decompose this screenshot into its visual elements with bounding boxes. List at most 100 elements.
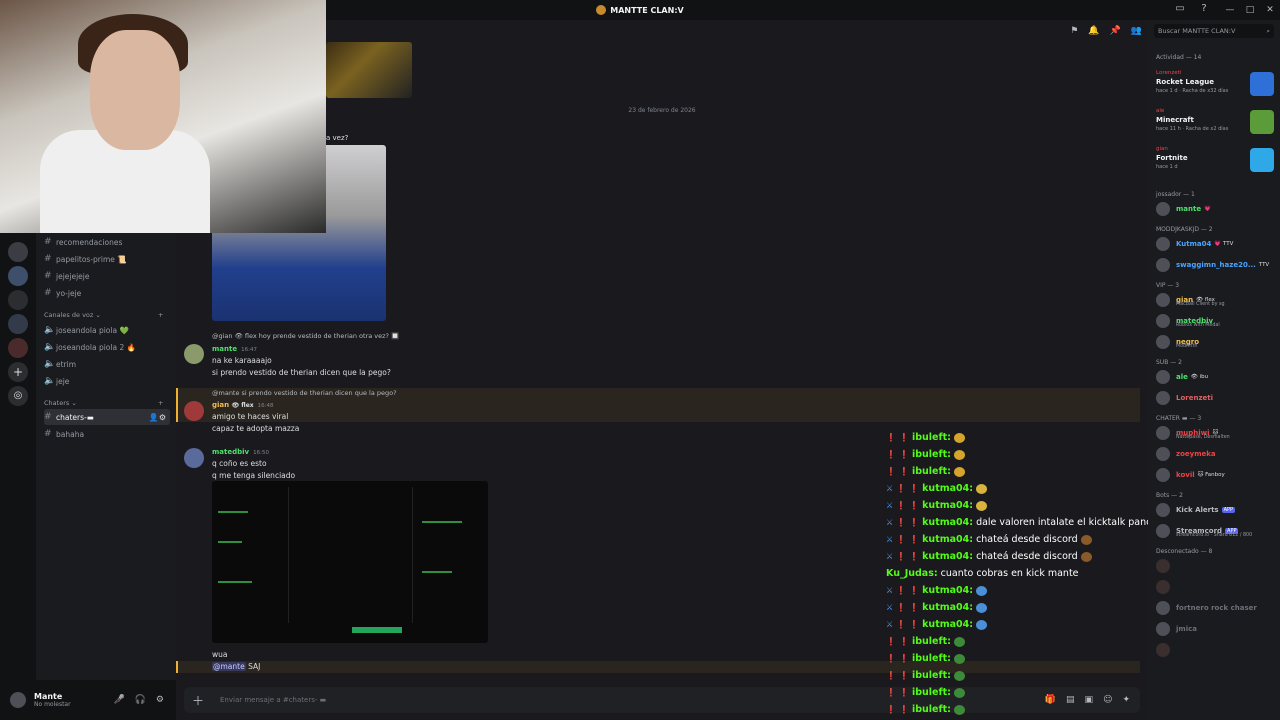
headphones-icon[interactable]: 🎧 — [135, 695, 146, 705]
sticker-icon[interactable]: ▣ — [1085, 695, 1094, 705]
member-item[interactable]: Lorenzeti — [1156, 389, 1276, 407]
member-item[interactable]: fortnero rock chaser — [1156, 599, 1276, 617]
minimize-icon[interactable]: — — [1220, 5, 1240, 15]
threads-icon[interactable]: ⚑ — [1070, 26, 1078, 36]
server-icon[interactable] — [8, 338, 28, 358]
member-item[interactable]: muphiwi 🐱 Nattepasé, Desmalten — [1156, 424, 1276, 442]
server-icon[interactable] — [8, 266, 28, 286]
channel-label: joseandola piola 💚 — [56, 325, 129, 335]
member-item[interactable]: matedbiv Roblox with Medal — [1156, 312, 1276, 330]
stream-chat-line: ⚔ ❗ ❗ kutma04: — [886, 500, 988, 511]
activity-detail: hace 1 d — [1156, 164, 1178, 170]
speaker-icon: 🔈 — [44, 359, 56, 369]
voice-channel-item[interactable]: 🔈 etrim — [44, 356, 170, 372]
avatar[interactable] — [184, 344, 204, 364]
chat-username: ibuleft: — [911, 670, 951, 681]
members-icon[interactable]: 👥 — [1131, 26, 1142, 36]
channel-item[interactable]: # bahaha — [44, 426, 170, 442]
voice-channel-item[interactable]: 🔈 jeje — [44, 373, 170, 389]
apps-icon[interactable]: ✦ — [1122, 695, 1130, 705]
channel-item-active[interactable]: # chaters-▬ 👤⚙ — [44, 409, 170, 425]
author-name: matedbiv — [212, 448, 250, 456]
member-item[interactable]: Streamcord APP streamcord.io · Shard 812 /… — [1156, 522, 1276, 540]
close-icon[interactable]: ✕ — [1260, 5, 1280, 15]
chat-username: Ku_Judas: — [886, 568, 938, 579]
member-item[interactable]: gian 👁 flex MacBall Client by sg — [1156, 291, 1276, 309]
member-item[interactable]: jmica — [1156, 620, 1276, 638]
stream-chat-line: ❗ ❗ ibuleft: — [886, 687, 965, 698]
member-item[interactable]: zoeymeka — [1156, 445, 1276, 463]
message-author[interactable]: gian 👁 flex 16:48 — [212, 401, 274, 409]
channel-item[interactable]: # papelitos-prime 📜 — [44, 251, 170, 267]
message-fragment: a vez? — [326, 134, 349, 142]
chat-username: kutma04: — [922, 483, 974, 494]
reply-preview[interactable]: @mante si prendo vestido de therian dice… — [212, 389, 397, 397]
add-channel-icon[interactable]: + — [158, 311, 163, 319]
chat-username: kutma04: — [922, 517, 974, 528]
emoji-icon[interactable]: ☺ — [1103, 695, 1112, 705]
voice-channel-item[interactable]: 🔈 joseandola piola 2 🔥 — [44, 339, 170, 355]
invite-settings-icon[interactable]: 👤⚙ — [149, 413, 166, 422]
member-item[interactable]: Kutma04 💗 TTV — [1156, 235, 1276, 253]
message-author[interactable]: mante 16:47 — [212, 345, 257, 353]
member-item[interactable]: kovil 🐱 Fanboy — [1156, 466, 1276, 484]
channel-item[interactable]: # yo-jeje — [44, 285, 170, 301]
category-chaters[interactable]: Chaters ⌄ + — [44, 399, 163, 407]
input-placeholder: Enviar mensaje a #chaters- ▬ — [220, 696, 327, 704]
activity-card[interactable]: ale Minecraft hace 11 h · Racha de x2 días — [1154, 106, 1276, 140]
member-item[interactable]: mante 💗 — [1156, 200, 1276, 218]
chat-badge-icon: ❗ — [909, 484, 920, 493]
avatar[interactable] — [184, 401, 204, 421]
explore-icon[interactable]: ◎ — [8, 386, 28, 406]
reply-preview[interactable]: @gian 👁 flex hoy prende vestido de theri… — [212, 332, 399, 340]
speaker-icon: 🔈 — [44, 376, 56, 386]
member-item[interactable]: swaggimn_haze20... TTV — [1156, 256, 1276, 274]
hash-icon: # — [44, 412, 52, 422]
add-server-icon[interactable]: + — [8, 362, 28, 382]
pin-icon[interactable]: 📌 — [1110, 26, 1121, 36]
gift-icon[interactable]: 🎁 — [1045, 695, 1056, 705]
message-author[interactable]: matedbiv 16:50 — [212, 448, 269, 456]
image-attachment[interactable] — [212, 481, 488, 643]
activity-card[interactable]: Lorenzeti Rocket League hace 1 d · Racha d… — [1154, 68, 1276, 102]
bell-icon[interactable]: 🔔 — [1088, 26, 1099, 36]
member-item[interactable]: Kick Alerts APP — [1156, 501, 1276, 519]
voice-channel-item[interactable]: 🔈 joseandola piola 💚 — [44, 322, 170, 338]
emote-icon — [1080, 534, 1092, 545]
channel-item[interactable]: # jejejejeje — [44, 268, 170, 284]
avatar[interactable] — [10, 692, 26, 708]
message-input[interactable]: ＋ Enviar mensaje a #chaters- ▬ 🎁 ▤ ▣ ☺ ✦ — [184, 687, 1140, 713]
avatar[interactable] — [184, 448, 204, 468]
message-text: amigo te haces viral — [212, 412, 289, 421]
activity-detail: hace 11 h · Racha de x2 días — [1156, 126, 1229, 132]
activity-card[interactable]: gian Fortnite hace 1 d — [1154, 144, 1276, 178]
member-item[interactable] — [1156, 578, 1276, 596]
gif-icon[interactable]: ▤ — [1066, 695, 1075, 705]
gear-icon[interactable]: ⚙ — [156, 695, 164, 705]
mic-muted-icon[interactable]: 🎤̸ — [113, 695, 124, 705]
server-icon[interactable] — [8, 242, 28, 262]
add-channel-icon[interactable]: + — [158, 399, 163, 407]
chat-badge-icon: ⚔ — [886, 535, 894, 544]
member-item[interactable]: ale 👁 ibu — [1156, 368, 1276, 386]
member-item[interactable] — [1156, 641, 1276, 659]
server-icon[interactable] — [8, 290, 28, 310]
chat-username: ibuleft: — [911, 687, 951, 698]
maximize-icon[interactable]: □ — [1240, 5, 1260, 15]
member-item[interactable] — [1156, 557, 1276, 575]
add-attachment-icon[interactable]: ＋ — [192, 692, 212, 709]
image-attachment[interactable] — [326, 42, 412, 98]
inbox-icon[interactable]: ▭ — [1174, 3, 1186, 15]
chat-badge-icon: ❗ — [909, 620, 920, 629]
server-icon[interactable] — [8, 314, 28, 334]
user-mention[interactable]: @mante — [212, 662, 246, 671]
chat-username: kutma04: — [922, 619, 974, 630]
chat-badge-icon: ❗ — [886, 467, 896, 476]
avatar — [1156, 202, 1170, 216]
help-icon[interactable]: ? — [1198, 3, 1210, 15]
channel-item[interactable]: # recomendaciones — [44, 234, 170, 250]
chat-username: ibuleft: — [911, 636, 951, 647]
search-input[interactable]: Buscar MANTTE CLAN:V ⌕ — [1154, 24, 1274, 38]
member-item[interactable]: negro Modrinth — [1156, 333, 1276, 351]
category-voice[interactable]: Canales de voz ⌄ + — [44, 311, 163, 319]
